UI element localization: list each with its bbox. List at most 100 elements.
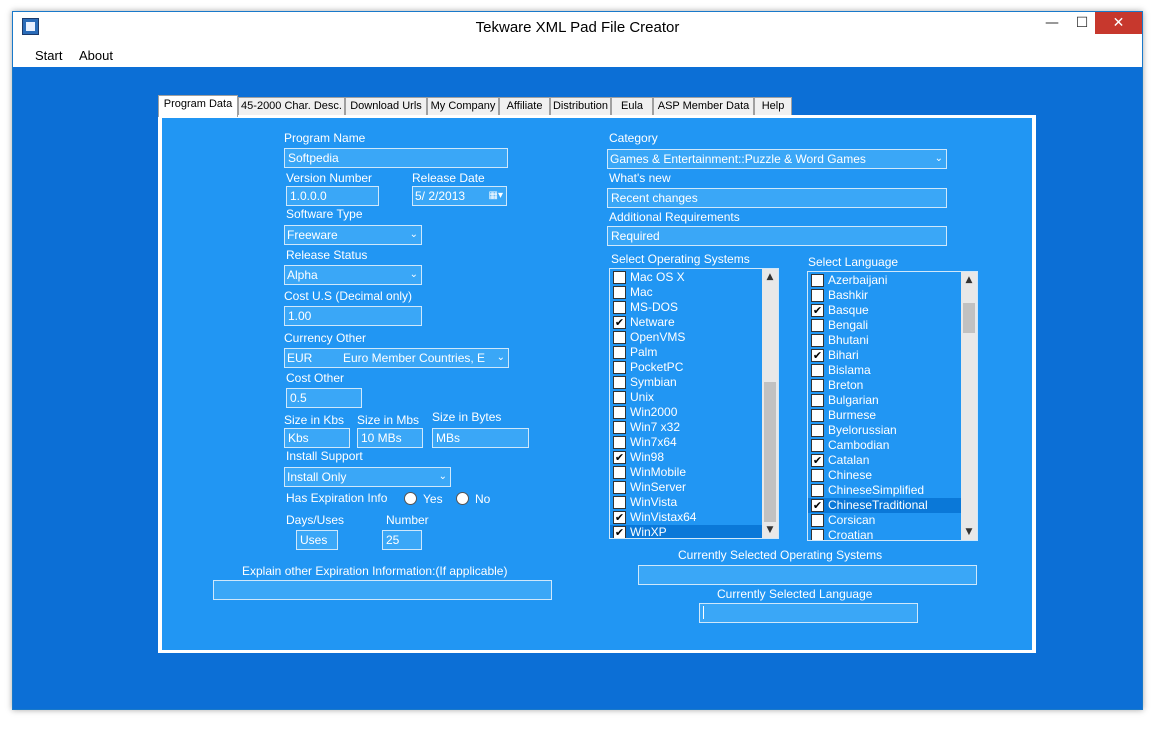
tab-char-desc[interactable]: 45-2000 Char. Desc. [238,97,345,116]
language-checkbox[interactable] [811,514,824,527]
os-item[interactable]: WinVista [610,495,762,510]
os-item[interactable]: Win7 x32 [610,420,762,435]
language-checkbox[interactable]: ✔ [811,454,824,467]
language-checkbox[interactable] [811,289,824,302]
os-checkbox[interactable]: ✔ [613,316,626,329]
language-item[interactable]: Bengali [808,318,961,333]
os-item[interactable]: Mac OS X [610,270,762,285]
os-list-scrollbar[interactable]: ▲ ▼ [762,269,778,538]
whats-new-field[interactable]: Recent changes [607,188,947,208]
scroll-down-icon[interactable]: ▼ [961,524,977,540]
tab-program-data[interactable]: Program Data [158,95,238,117]
os-checkbox[interactable] [613,286,626,299]
language-checklist[interactable]: Croatian Corsican ✔ ChineseTraditional Chine… [807,271,978,541]
os-item[interactable]: Win2000 [610,405,762,420]
tab-distribution[interactable]: Distribution [550,97,611,116]
os-item[interactable]: WinMobile [610,465,762,480]
os-item[interactable]: Palm [610,345,762,360]
os-checkbox[interactable] [613,301,626,314]
os-item[interactable]: ✔ WinVistax64 [610,510,762,525]
os-checkbox[interactable] [613,406,626,419]
language-checkbox[interactable] [811,379,824,392]
language-item[interactable]: ✔ Bihari [808,348,961,363]
cost-other-field[interactable]: 0.5 [286,388,362,408]
os-item[interactable]: Unix [610,390,762,405]
language-checkbox[interactable] [811,409,824,422]
os-checkbox[interactable]: ✔ [613,511,626,524]
language-item[interactable]: Azerbaijani [808,273,961,288]
os-checkbox[interactable] [613,481,626,494]
language-checkbox[interactable] [811,529,824,540]
os-item[interactable]: PocketPC [610,360,762,375]
language-checkbox[interactable]: ✔ [811,304,824,317]
language-item[interactable]: Bhutani [808,333,961,348]
minimize-button[interactable]: — [1037,12,1067,34]
current-lang-field[interactable] [699,603,918,623]
os-checkbox[interactable] [613,496,626,509]
os-item[interactable]: WinServer [610,480,762,495]
language-checkbox[interactable] [811,319,824,332]
currency-other-select[interactable]: EUR Euro Member Countries, E ⌄ [284,348,509,368]
scroll-up-icon[interactable]: ▲ [961,272,977,288]
tab-asp-member-data[interactable]: ASP Member Data [653,97,754,116]
language-checkbox[interactable] [811,334,824,347]
days-uses-field[interactable]: Uses [296,530,338,550]
install-support-select[interactable]: Install Only ⌄ [284,467,451,487]
language-checkbox[interactable] [811,424,824,437]
language-item[interactable]: Breton [808,378,961,393]
os-checklist[interactable]: ✔ WinXP ✔ WinVistax64 WinVista WinServer WinMo… [609,268,779,539]
expiration-no-radio[interactable] [456,492,469,505]
language-item[interactable]: Bulgarian [808,393,961,408]
size-bytes-field[interactable]: MBs [432,428,529,448]
maximize-button[interactable]: ☐ [1067,12,1097,34]
language-item[interactable]: Bashkir [808,288,961,303]
calendar-icon[interactable]: ▦▾ [489,187,503,205]
tab-my-company[interactable]: My Company [427,97,499,116]
os-checkbox[interactable] [613,391,626,404]
close-button[interactable]: ✕ [1095,12,1142,34]
language-checkbox[interactable] [811,469,824,482]
number-field[interactable]: 25 [382,530,422,550]
language-item[interactable]: Croatian [808,528,961,540]
title-bar[interactable]: Tekware XML Pad File Creator — ☐ ✕ [13,12,1142,44]
language-checkbox[interactable] [811,439,824,452]
language-checkbox[interactable]: ✔ [811,499,824,512]
os-item[interactable]: Win7x64 [610,435,762,450]
tab-help[interactable]: Help [754,97,792,116]
cost-us-field[interactable]: 1.00 [284,306,422,326]
os-checkbox[interactable] [613,466,626,479]
os-item[interactable]: OpenVMS [610,330,762,345]
os-checkbox[interactable] [613,436,626,449]
os-checkbox[interactable] [613,376,626,389]
language-checkbox[interactable] [811,484,824,497]
scroll-thumb[interactable] [764,382,776,522]
language-checkbox[interactable] [811,364,824,377]
os-item[interactable]: ✔ Netware [610,315,762,330]
os-checkbox[interactable]: ✔ [613,451,626,464]
scroll-thumb[interactable] [963,303,975,333]
menu-start[interactable]: Start [35,48,62,63]
category-select[interactable]: Games & Entertainment::Puzzle & Word Gam… [607,149,947,169]
language-item[interactable]: ✔ Catalan [808,453,961,468]
language-checkbox[interactable]: ✔ [811,349,824,362]
menu-about[interactable]: About [79,48,113,63]
language-item[interactable]: Corsican [808,513,961,528]
expiration-yes-radio[interactable] [404,492,417,505]
language-item[interactable]: ChineseSimplified [808,483,961,498]
lang-list-scrollbar[interactable]: ▲ ▼ [961,272,977,540]
os-item[interactable]: MS-DOS [610,300,762,315]
version-field[interactable]: 1.0.0.0 [286,186,379,206]
os-checkbox[interactable] [613,331,626,344]
language-checkbox[interactable] [811,394,824,407]
os-checkbox[interactable]: ✔ [613,526,626,538]
language-item[interactable]: Chinese [808,468,961,483]
software-type-select[interactable]: Freeware ⌄ [284,225,422,245]
size-mbs-field[interactable]: 10 MBs [357,428,423,448]
current-os-field[interactable] [638,565,977,585]
language-item[interactable]: Burmese [808,408,961,423]
language-item[interactable]: Cambodian [808,438,961,453]
program-name-field[interactable]: Softpedia [284,148,508,168]
language-item[interactable]: ✔ Basque [808,303,961,318]
scroll-down-icon[interactable]: ▼ [762,522,778,538]
tab-eula[interactable]: Eula [611,97,653,116]
